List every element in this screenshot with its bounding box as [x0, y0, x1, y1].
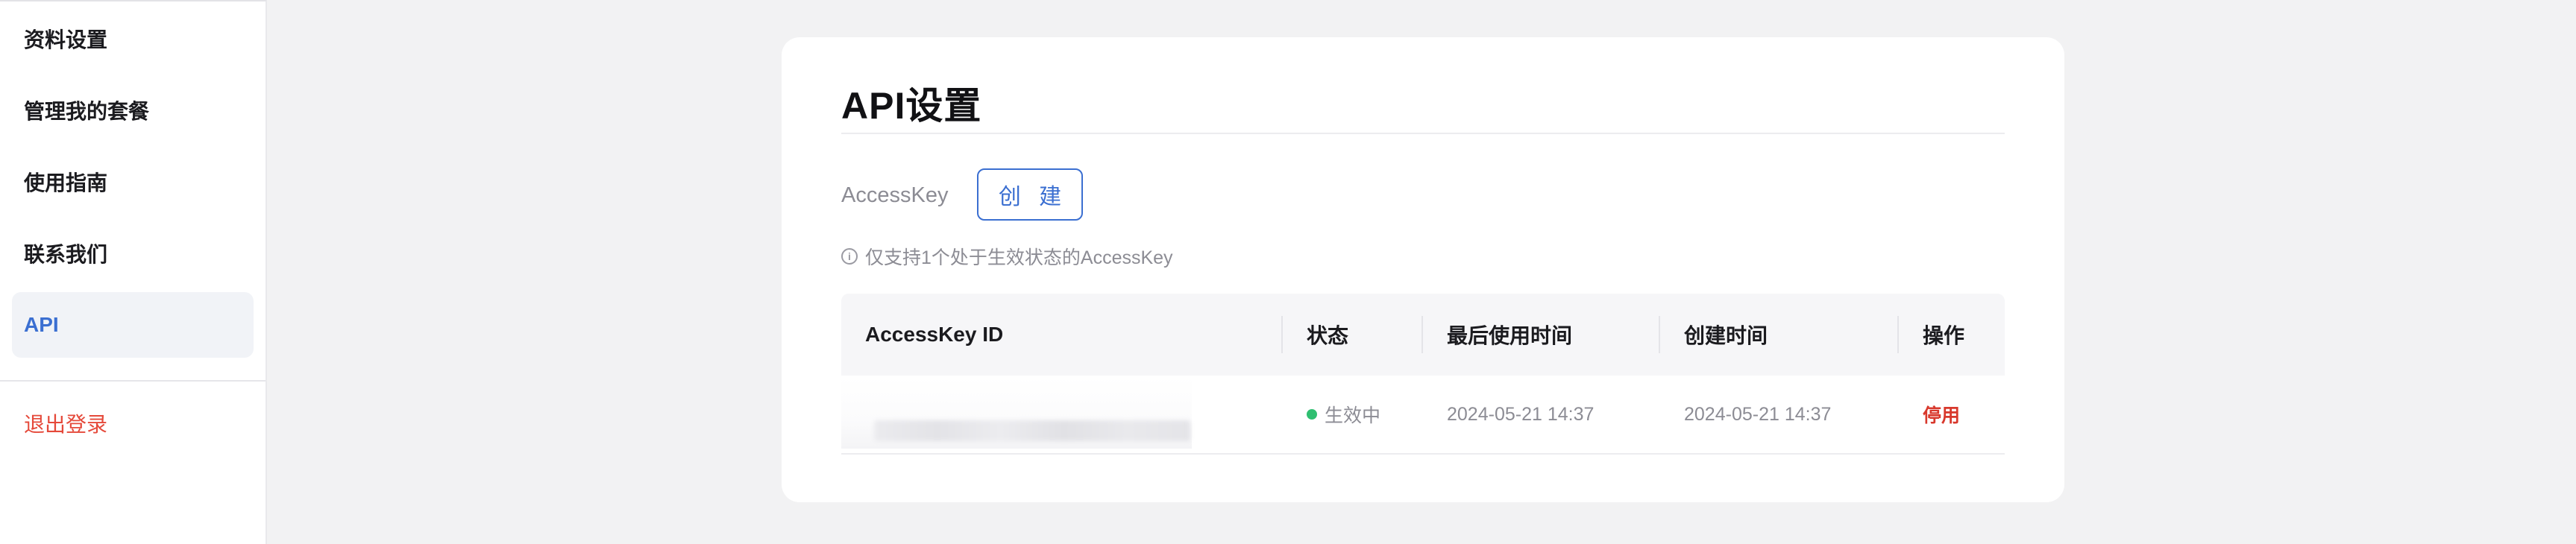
column-header-accesskey-id: AccessKey ID — [865, 323, 1004, 346]
redacted-text — [874, 420, 1190, 441]
logout-label: 退出登录 — [24, 413, 108, 436]
status-cell: 生效中 — [1307, 376, 1380, 453]
table-row: 生效中 2024-05-21 14:37 2024-05-21 14:37 停用 — [841, 376, 2005, 455]
accesskey-id-redacted — [841, 377, 1192, 449]
sidebar-item-label: 联系我们 — [24, 243, 108, 266]
table-header: AccessKey ID 状态 最后使用时间 创建时间 操作 — [841, 294, 2005, 376]
last-used-cell: 2024-05-21 14:37 — [1447, 403, 1595, 425]
action-cell: 停用 — [1923, 376, 1960, 453]
sidebar-divider — [0, 380, 266, 382]
sidebar-item-label: 管理我的套餐 — [24, 100, 150, 123]
create-accesskey-button[interactable]: 创 建 — [977, 168, 1083, 221]
logout-button[interactable]: 退出登录 — [12, 390, 254, 456]
column-header-last-used: 最后使用时间 — [1447, 324, 1573, 347]
sidebar-item-manage-plan[interactable]: 管理我的套餐 — [12, 78, 254, 143]
created-cell: 2024-05-21 14:37 — [1684, 403, 1832, 425]
accesskey-label: AccessKey — [841, 183, 949, 207]
info-circle-icon: i — [841, 248, 858, 265]
status-text: 生效中 — [1325, 405, 1381, 426]
column-header-created: 创建时间 — [1684, 324, 1768, 347]
sidebar-item-profile-settings[interactable]: 资料设置 — [12, 6, 254, 72]
column-separator — [1659, 316, 1660, 353]
sidebar-item-label: API — [24, 313, 59, 336]
hint-text: 仅支持1个处于生效状态的AccessKey — [865, 247, 1173, 268]
title-divider — [841, 133, 2005, 134]
disable-accesskey-link[interactable]: 停用 — [1923, 401, 1960, 428]
column-separator — [1897, 316, 1899, 353]
column-header-status: 状态 — [1307, 324, 1349, 347]
sidebar-item-label: 资料设置 — [24, 28, 108, 51]
sidebar-item-contact-us[interactable]: 联系我们 — [12, 221, 254, 286]
column-header-action: 操作 — [1923, 324, 1965, 347]
page-title: API设置 — [841, 85, 982, 127]
sidebar: 资料设置 管理我的套餐 使用指南 联系我们 API 退出登录 — [0, 0, 267, 544]
accesskey-hint: i 仅支持1个处于生效状态的AccessKey — [841, 243, 1173, 270]
api-settings-card: API设置 AccessKey 创 建 i 仅支持1个处于生效状态的Access… — [782, 37, 2064, 502]
column-separator — [1281, 316, 1283, 353]
sidebar-item-api[interactable]: API — [12, 292, 254, 358]
column-separator — [1421, 316, 1423, 353]
status-active-dot — [1307, 409, 1317, 420]
sidebar-item-user-guide[interactable]: 使用指南 — [12, 149, 254, 215]
accesskey-table: AccessKey ID 状态 最后使用时间 创建时间 操作 生效中 2024-… — [841, 294, 2005, 455]
sidebar-item-label: 使用指南 — [24, 171, 108, 194]
